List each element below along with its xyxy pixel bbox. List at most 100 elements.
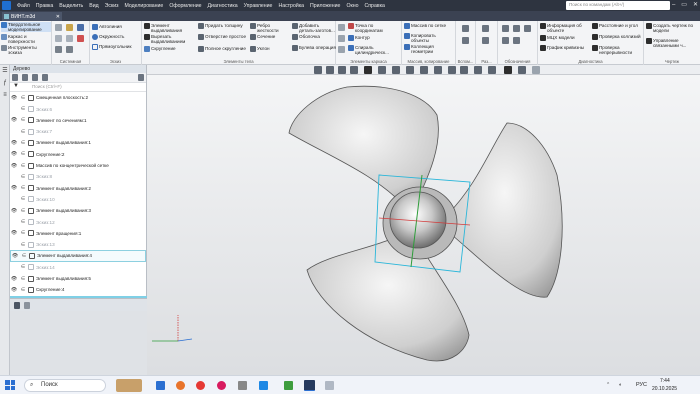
create-drawing-button[interactable]: Создать чертеж по модели — [646, 23, 700, 33]
tree-footer-page-icon[interactable] — [24, 302, 30, 309]
tree-row[interactable]: ∈ Эскиз:6 — [10, 103, 146, 115]
tree-row[interactable]: 👁 ∈ Скругление:4 — [10, 284, 146, 296]
display-style-icon[interactable] — [378, 66, 386, 74]
parameters-icon[interactable]: ƒ — [1, 79, 9, 87]
visibility-eye-icon[interactable]: 👁 — [10, 140, 18, 146]
save-icon[interactable] — [77, 24, 84, 31]
zoom-fit-icon[interactable] — [326, 66, 334, 74]
rib-button[interactable]: Ребро жесткости — [250, 23, 290, 33]
task-view-icon[interactable] — [156, 381, 165, 390]
continuity-check-button[interactable]: Проверка непрерывности — [592, 45, 644, 55]
layers-icon[interactable] — [488, 66, 496, 74]
mass-properties-button[interactable]: МЦХ модели — [540, 35, 590, 41]
menu-design[interactable]: Оформление — [166, 3, 204, 9]
mode-solid-modeling[interactable]: Твердотельное моделирование — [1, 22, 51, 32]
tree-row[interactable]: ∈ Эскиз:14 — [10, 262, 146, 274]
visibility-eye-icon[interactable]: 👁 — [10, 163, 18, 169]
blade-right[interactable] — [446, 122, 563, 298]
tree-row[interactable]: ∈ Эскиз:8 — [10, 171, 146, 183]
yandex-browser-icon[interactable] — [196, 381, 205, 390]
roughness-icon[interactable] — [513, 25, 520, 32]
visibility-eye-icon[interactable]: 👁 — [10, 276, 18, 282]
snap-icon[interactable] — [448, 66, 456, 74]
windows-start-icon[interactable] — [5, 380, 15, 390]
tree-row[interactable]: 👁 ∈ Скругление:2 — [10, 149, 146, 161]
geometry-collection-button[interactable]: Коллекция геометрии — [404, 44, 454, 54]
menu-view[interactable]: Вид — [86, 3, 101, 9]
select-mode-icon[interactable] — [518, 66, 526, 74]
tree-view-icon[interactable] — [42, 74, 48, 81]
designation-icon[interactable] — [502, 25, 509, 32]
firefox-icon[interactable] — [176, 381, 185, 390]
measure-icon[interactable] — [474, 66, 482, 74]
text-icon[interactable] — [502, 37, 509, 44]
tree-row[interactable]: 👁 ∈ Элемент выдавливания:3 — [10, 205, 146, 217]
tree-row[interactable]: 👁 ∈ Элемент выдавливания:4 — [10, 250, 146, 262]
tree-panel-icon[interactable]: ☰ — [1, 67, 9, 75]
tree-settings-icon[interactable] — [138, 74, 144, 81]
menu-sketch[interactable]: Эскиз — [102, 3, 122, 9]
undo-icon[interactable] — [55, 35, 62, 42]
tree-row[interactable]: 👁 ∈ Элемент выдавливания:2 — [10, 182, 146, 194]
tree-row[interactable]: 👁 ∈ Массив по концентрической сетке — [10, 160, 146, 172]
tree-row[interactable]: ∈ Эскиз:12 — [10, 216, 146, 228]
orientation-icon[interactable] — [364, 66, 372, 74]
visibility-eye-icon[interactable]: 👁 — [10, 151, 18, 157]
command-search-input[interactable]: Поиск по командам (Alt+/) — [566, 1, 670, 10]
rectangle-button[interactable]: Прямоугольник — [92, 44, 131, 50]
leader-icon[interactable] — [524, 25, 531, 32]
app-icon-blue[interactable] — [259, 381, 268, 390]
tray-time[interactable]: 7:44 — [660, 378, 670, 384]
tab-close-icon[interactable]: ✕ — [56, 14, 60, 20]
draft-button[interactable]: Уклон — [250, 46, 290, 52]
tray-date[interactable]: 20.10.2025 — [652, 386, 677, 392]
hub-dome[interactable] — [389, 191, 447, 249]
filter-icon[interactable] — [504, 66, 512, 74]
line-icon[interactable] — [338, 46, 345, 53]
tray-network-icon[interactable]: ◐ — [619, 382, 622, 388]
tree-filter-icon[interactable] — [32, 74, 38, 81]
menu-file[interactable]: Файл — [14, 3, 33, 9]
copy-objects-button[interactable]: Копировать объекты — [404, 33, 454, 43]
dimension-icon[interactable] — [482, 25, 489, 32]
visibility-eye-icon[interactable]: 👁 — [11, 253, 19, 259]
close-button[interactable]: ✕ — [693, 0, 698, 11]
menu-diagnostics[interactable]: Диагностика — [205, 3, 241, 9]
hide-icon[interactable] — [406, 66, 414, 74]
angle-dimension-icon[interactable] — [482, 37, 489, 44]
lighting-icon[interactable] — [434, 66, 442, 74]
hole-button[interactable]: Отверстие простое — [198, 34, 248, 40]
tree-footer-tree-icon[interactable] — [14, 302, 20, 309]
maximize-button[interactable]: ▭ — [681, 0, 687, 11]
grid-icon[interactable] — [460, 66, 468, 74]
menu-window[interactable]: Окно — [343, 3, 361, 9]
mode-wireframe[interactable]: Каркас и поверхности — [1, 34, 51, 44]
tree-row[interactable]: 👁 ∈ Смещенная плоскость:2 — [10, 92, 146, 104]
tree-row[interactable]: 👁 ∈ Элемент вращения:1 — [10, 228, 146, 240]
visibility-eye-icon[interactable]: 👁 — [10, 230, 18, 236]
new-doc-icon[interactable] — [55, 24, 62, 31]
menu-settings[interactable]: Настройка — [275, 3, 307, 9]
3d-viewport[interactable] — [147, 75, 700, 375]
curvature-plot-button[interactable]: График кривизны — [540, 45, 590, 51]
plane-icon[interactable] — [338, 24, 345, 31]
object-info-button[interactable]: Информация об объекте — [540, 23, 590, 33]
axis-icon[interactable] — [338, 35, 345, 42]
taskbar-search[interactable]: ⌕ Поиск — [24, 379, 106, 392]
menu-edit[interactable]: Правка — [33, 3, 57, 9]
menu-app[interactable]: Приложение — [307, 3, 343, 9]
delete-icon[interactable] — [77, 35, 84, 42]
visibility-eye-icon[interactable]: 👁 — [10, 208, 18, 214]
menu-help[interactable]: Справка — [362, 3, 388, 9]
visibility-eye-icon[interactable]: 👁 — [10, 287, 18, 293]
tree-row[interactable]: 👁 ∈ Элемент по сечениям:1 — [10, 115, 146, 127]
properties-icon[interactable] — [55, 46, 62, 53]
menu-manage[interactable]: Управление — [241, 3, 276, 9]
tree-row[interactable]: 👁 ∈ Элемент выдавливания:5 — [10, 273, 146, 285]
visibility-eye-icon[interactable]: 👁 — [10, 117, 18, 123]
tree-funnel-icon[interactable]: ▼ — [13, 83, 19, 89]
section-button[interactable]: Сечение — [250, 34, 290, 40]
visibility-eye-icon[interactable]: 👁 — [10, 185, 18, 191]
rotate-icon[interactable] — [350, 66, 358, 74]
cut-extrude-button[interactable]: Вырезать выдавливанием — [144, 34, 196, 44]
